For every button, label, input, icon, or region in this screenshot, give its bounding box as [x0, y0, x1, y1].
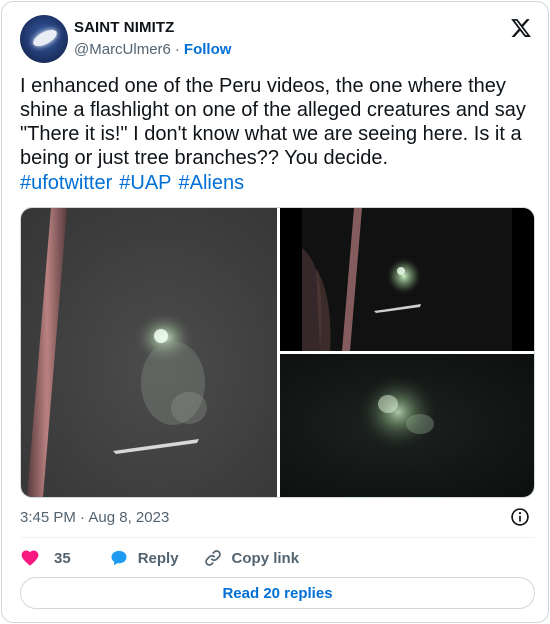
- follow-button[interactable]: Follow: [184, 41, 232, 58]
- media-image-2[interactable]: [280, 208, 534, 351]
- link-icon: [204, 550, 221, 566]
- blurred-frame-graphic: [358, 374, 438, 450]
- hashtag-row: #ufotwitter #UAP #Aliens: [20, 171, 251, 195]
- copy-link-button[interactable]: Copy link: [203, 548, 300, 568]
- avatar[interactable]: [20, 15, 68, 63]
- hashtag-link[interactable]: #Aliens: [179, 172, 245, 194]
- heart-icon: [21, 550, 39, 566]
- action-bar: 35 Reply Copy link: [20, 547, 299, 569]
- handle-separator: ·: [174, 41, 180, 58]
- flashlight-frame-graphic: [27, 208, 207, 497]
- reply-label: Reply: [137, 549, 179, 567]
- media-grid: [20, 207, 535, 498]
- copy-link-label: Copy link: [231, 549, 300, 567]
- like-button[interactable]: 35: [20, 548, 71, 568]
- tweet-timestamp[interactable]: 3:45 PM · Aug 8, 2023: [20, 509, 169, 526]
- reply-bubble-icon: [111, 550, 127, 566]
- reply-button[interactable]: Reply: [109, 548, 179, 568]
- tweet-text: I enhanced one of the Peru videos, the o…: [20, 75, 526, 169]
- media-image-1[interactable]: [21, 208, 277, 497]
- time-separator: ·: [80, 509, 86, 526]
- ufo-avatar-image: [30, 26, 60, 50]
- hashtag-link[interactable]: #ufotwitter: [20, 172, 112, 194]
- info-icon[interactable]: [510, 507, 530, 527]
- author-handle[interactable]: @MarcUlmer6: [74, 41, 171, 58]
- tweet-card: SAINT NIMITZ @MarcUlmer6 · Follow I enhanc…: [1, 1, 549, 623]
- hashtag-link[interactable]: #UAP: [119, 172, 171, 194]
- author-name[interactable]: SAINT NIMITZ: [74, 19, 174, 36]
- creature-frame-graphic: [280, 208, 534, 351]
- tweet-date: Aug 8, 2023: [88, 509, 170, 526]
- divider: [20, 537, 535, 538]
- author-handle-row: @MarcUlmer6 · Follow: [74, 41, 231, 58]
- tweet-time: 3:45 PM: [20, 509, 76, 526]
- media-image-3[interactable]: [280, 354, 534, 497]
- read-replies-button[interactable]: Read 20 replies: [20, 577, 535, 609]
- x-logo-icon[interactable]: [510, 17, 532, 39]
- like-count: 35: [54, 549, 71, 567]
